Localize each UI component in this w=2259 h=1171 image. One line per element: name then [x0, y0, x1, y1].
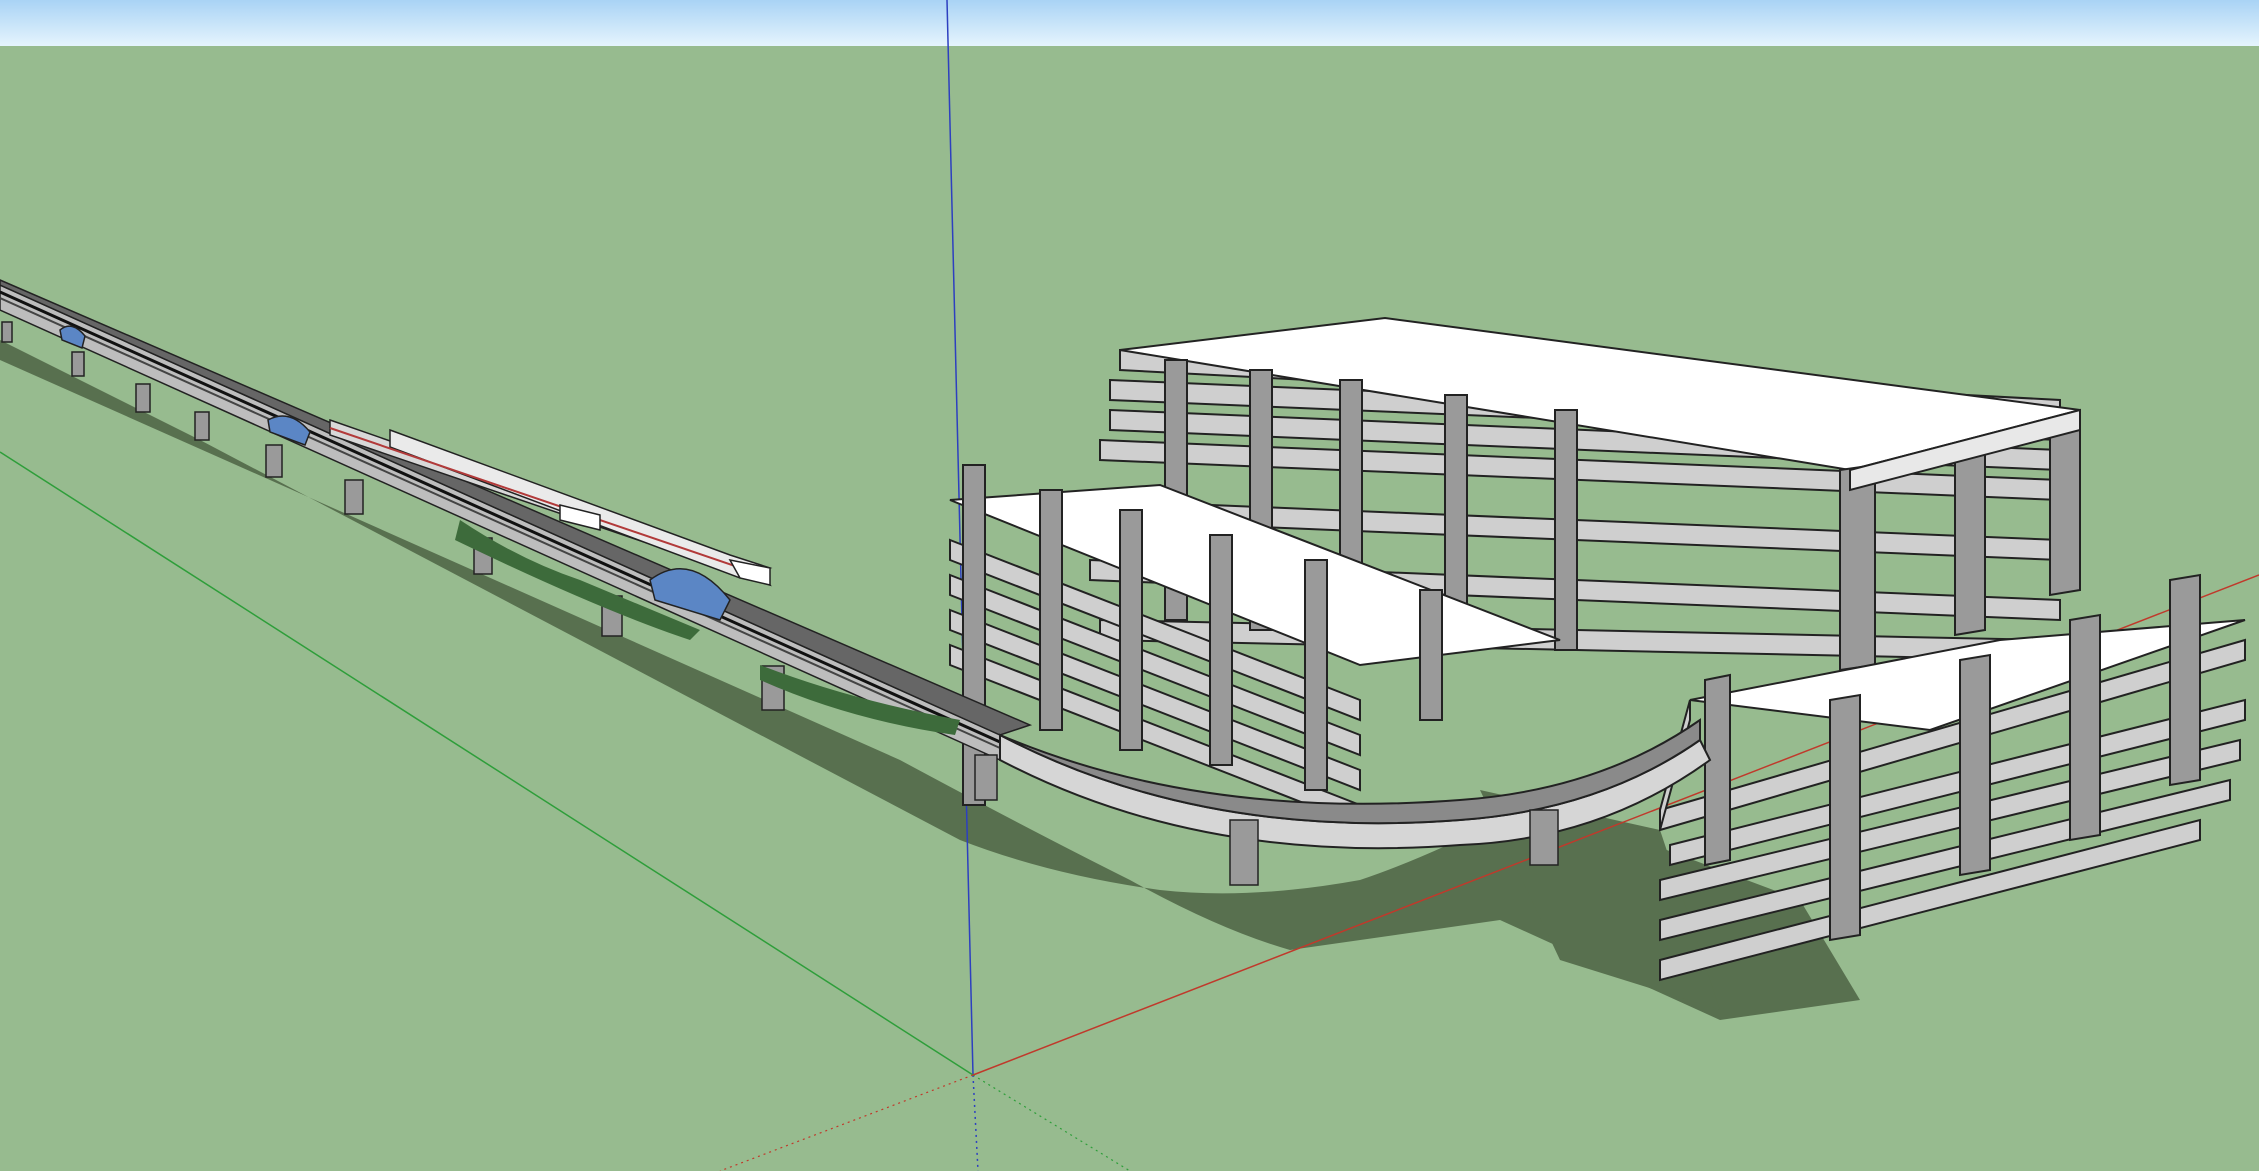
sky	[0, 0, 2259, 46]
sketchup-3d-viewport[interactable]	[0, 0, 2259, 1171]
